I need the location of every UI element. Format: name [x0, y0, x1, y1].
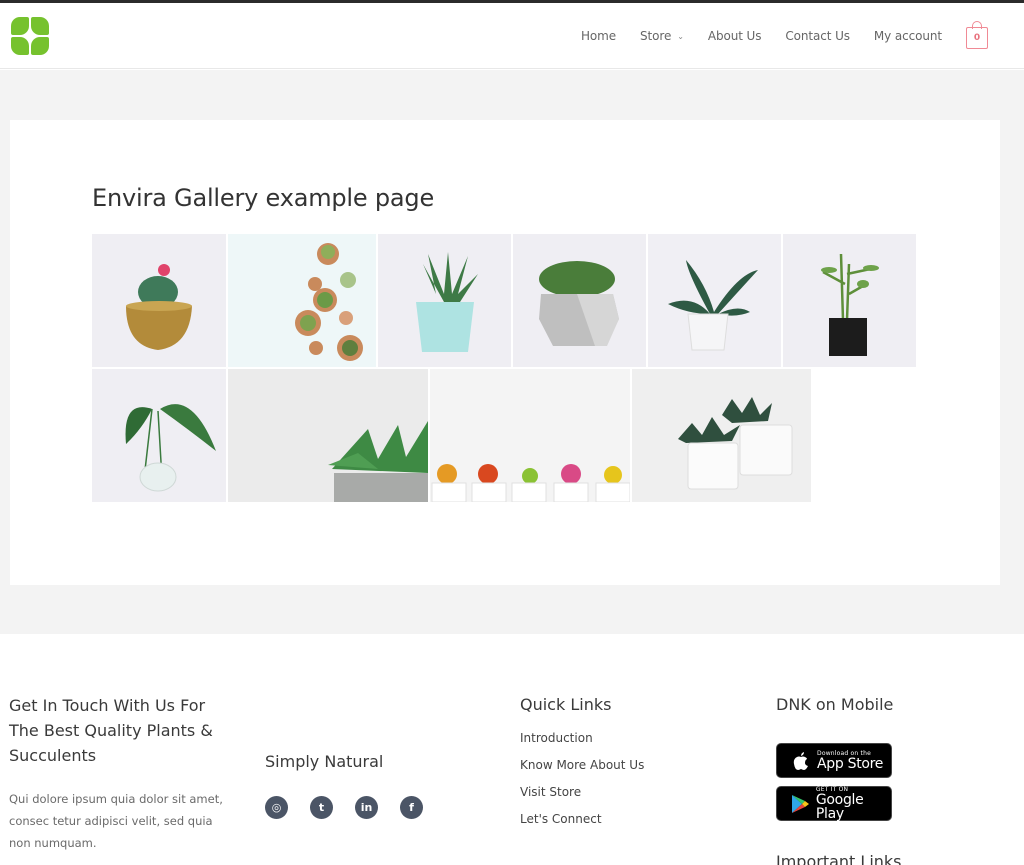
gallery-item-succulent-grey-pot[interactable] — [228, 369, 428, 502]
gallery-image — [378, 234, 511, 367]
footer-contact-text: Qui dolore ipsum quia dolor sit amet, co… — [9, 792, 223, 850]
gallery-image — [632, 369, 811, 502]
gallery-item-seedling-black-bag[interactable] — [783, 234, 916, 367]
logo-leaf — [31, 17, 49, 35]
badge-text: Download on the App Store — [817, 750, 884, 772]
footer-link-know-more[interactable]: Know More About Us — [520, 752, 720, 779]
cart-count: 0 — [973, 33, 981, 43]
nav-label: Home — [580, 29, 617, 43]
page-title: Envira Gallery example page — [92, 184, 435, 212]
gallery-image — [92, 234, 226, 367]
footer-link-lets-connect[interactable]: Let's Connect — [520, 806, 720, 833]
nav-label: Store — [640, 29, 672, 43]
nav-store[interactable]: Store ⌄ — [640, 29, 684, 43]
footer-quick-links-heading: Quick Links — [520, 695, 612, 714]
linkedin-icon[interactable]: in — [355, 796, 378, 819]
google-play-badge[interactable]: GET IT ON Google Play — [776, 786, 892, 821]
logo-leaf — [11, 37, 29, 55]
gallery-image — [513, 234, 646, 367]
gallery-item-aloe-mint-pot[interactable] — [378, 234, 511, 367]
nav-contact-us[interactable]: Contact Us — [785, 29, 850, 43]
gallery-image — [92, 369, 226, 502]
gallery-image — [430, 369, 630, 502]
footer-brand-column: Simply Natural ◎ t in f — [265, 749, 465, 819]
gallery-item-moss-concrete-pot[interactable] — [513, 234, 646, 367]
footer-link-introduction[interactable]: Introduction — [520, 725, 720, 752]
nav-my-account[interactable]: My account — [874, 29, 942, 43]
site-footer: Get In Touch With Us For The Best Qualit… — [0, 634, 1024, 865]
site-logo[interactable] — [11, 17, 49, 55]
facebook-icon[interactable]: f — [400, 796, 423, 819]
footer-brand-heading: Simply Natural — [265, 752, 384, 771]
nav-label: About Us — [707, 29, 762, 43]
nav-label: Contact Us — [785, 29, 850, 43]
badge-big-text: Google Play — [815, 791, 864, 822]
nav-home[interactable]: Home — [581, 29, 616, 43]
logo-leaf — [11, 17, 29, 35]
footer-quick-links-column: Quick Links Introduction Know More About… — [520, 692, 720, 833]
gallery-item-colorful-cacti-row[interactable] — [430, 369, 630, 502]
nav-about-us[interactable]: About Us — [708, 29, 762, 43]
gallery-image — [228, 369, 428, 502]
instagram-icon[interactable]: ◎ — [265, 796, 288, 819]
twitter-icon[interactable]: t — [310, 796, 333, 819]
gallery-item-haworthia-white-pots[interactable] — [632, 369, 811, 502]
gallery-item-succulents-top-view[interactable] — [228, 234, 376, 367]
cart-bag-icon[interactable]: 0 — [966, 21, 988, 49]
gallery-image — [783, 234, 916, 367]
nav-label: My account — [873, 29, 942, 43]
footer-mobile-heading: DNK on Mobile — [776, 695, 894, 714]
gallery-item-leaves-glass-vase[interactable] — [92, 369, 226, 502]
gallery-item-snake-plant-white-pot[interactable] — [648, 234, 781, 367]
app-badges: Download on the App Store GET IT ON Goog… — [776, 743, 976, 821]
site-header: Home Store ⌄ About Us Contact Us My accou… — [0, 3, 1024, 69]
footer-link-visit-store[interactable]: Visit Store — [520, 779, 720, 806]
app-store-badge[interactable]: Download on the App Store — [776, 743, 892, 778]
footer-contact-heading: Get In Touch With Us For The Best Qualit… — [9, 696, 213, 765]
badge-text: GET IT ON Google Play — [815, 786, 891, 822]
gallery-image — [228, 234, 376, 367]
gallery-image — [648, 234, 781, 367]
social-links: ◎ t in f — [265, 796, 465, 819]
main-nav: Home Store ⌄ About Us Contact Us My accou… — [581, 3, 1024, 69]
google-play-icon — [791, 794, 810, 814]
apple-icon — [791, 751, 811, 770]
logo-leaf — [31, 37, 49, 55]
chevron-down-icon: ⌄ — [677, 31, 684, 41]
footer-mobile-column: DNK on Mobile Download on the App Store … — [776, 692, 976, 829]
footer-important-links-heading: Important Links — [776, 852, 902, 865]
badge-big-text: App Store — [817, 755, 884, 772]
footer-contact-column: Get In Touch With Us For The Best Qualit… — [9, 693, 239, 854]
gallery-item-cactus-gold-pot[interactable] — [92, 234, 226, 367]
quick-links-list: Introduction Know More About Us Visit St… — [520, 725, 720, 833]
